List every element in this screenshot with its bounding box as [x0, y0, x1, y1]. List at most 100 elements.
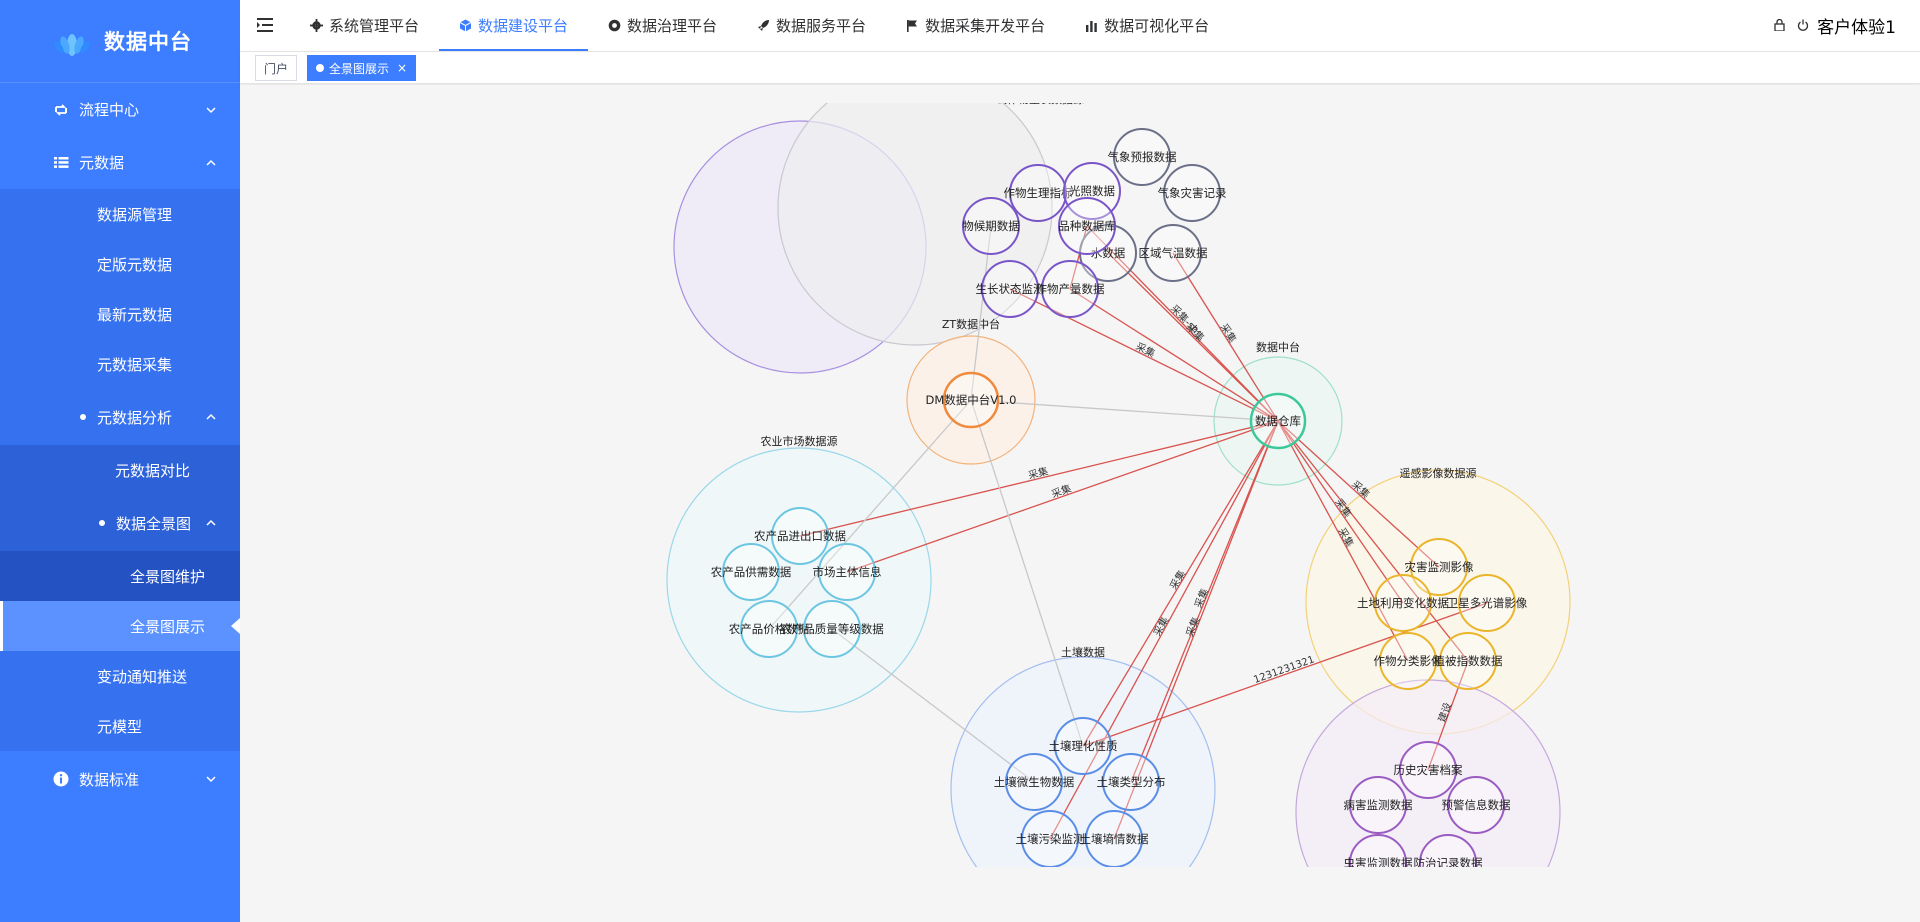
- group-label-remote: 遥感影像数据源: [1400, 466, 1477, 480]
- tag-label: 门户: [264, 61, 289, 76]
- sidebar-item-panorama-display[interactable]: 全景图展示: [0, 601, 240, 651]
- node-label: 土壤微生物数据: [994, 775, 1075, 789]
- logo-icon: [54, 34, 90, 56]
- edge-label: 采集: [1150, 614, 1171, 638]
- tab-data-build[interactable]: 数据建设平台: [439, 0, 589, 51]
- chevron-down-icon: [206, 106, 216, 113]
- tab-data-service[interactable]: 数据服务平台: [737, 0, 886, 50]
- group-label-crop: 农作物生长数据源: [996, 103, 1084, 106]
- node-label: 区域气温数据: [1139, 246, 1208, 260]
- cog-icon: [608, 19, 621, 31]
- node-label: 气象灾害记录: [1158, 186, 1227, 200]
- node-label: 农产品质量等级数据: [780, 622, 884, 636]
- edge-label: 采集: [1027, 464, 1049, 481]
- edge-label: 采集: [1167, 568, 1188, 592]
- sidebar-item-metadata[interactable]: 元数据: [0, 136, 240, 189]
- node-label: 生长状态监测: [976, 282, 1045, 296]
- lock-icon[interactable]: [1774, 19, 1785, 31]
- content-area: 农作物生长数据源ZT数据中台数据中台农业市场数据源遥感影像数据源土壤数据 采集采…: [240, 85, 1920, 922]
- sidebar-item-label: 数据全景图: [116, 514, 192, 533]
- sidebar-item-datasource-manage[interactable]: 数据源管理: [0, 189, 240, 239]
- tab-system-manage[interactable]: 系统管理平台: [290, 0, 439, 50]
- sidebar-item-label: 数据源管理: [97, 205, 173, 224]
- sidebar-item-metadata-collect[interactable]: 元数据采集: [0, 339, 240, 389]
- node-label: 卫星多光谱影像: [1447, 596, 1528, 610]
- sidebar-item-data-panorama[interactable]: 数据全景图: [0, 495, 240, 551]
- platform-nav: 系统管理平台 数据建设平台 数据治理平台 数据服务平台 数据采集开发平台 数据可…: [290, 0, 1229, 52]
- cube-icon: [459, 19, 472, 31]
- node-label: 虫害监测数据: [1344, 856, 1413, 867]
- sidebar-item-label: 元数据采集: [97, 355, 173, 374]
- edge-label: 采集: [1218, 321, 1240, 345]
- sidebar-item-label: 元数据分析: [97, 408, 173, 427]
- active-dot-icon: [316, 64, 324, 72]
- node-label: DM数据中台V1.0: [926, 393, 1017, 407]
- node-label: 农产品进出口数据: [754, 529, 846, 543]
- node-label: 土壤污染监测: [1016, 832, 1085, 846]
- chevron-down-icon: [206, 776, 216, 783]
- flag-icon: [907, 19, 918, 32]
- tag-panorama-display[interactable]: 全景图展示 ×: [307, 55, 417, 81]
- gear-icon: [310, 18, 323, 32]
- sidebar-item-metadata-analysis[interactable]: 元数据分析: [0, 389, 240, 445]
- node-label: 农产品供需数据: [711, 565, 792, 579]
- node-label: 植被指数数据: [1434, 654, 1503, 668]
- sidebar-item-metadata-compare[interactable]: 元数据对比: [0, 445, 240, 495]
- logo: 数据中台: [0, 0, 240, 83]
- tab-label: 数据服务平台: [776, 16, 867, 35]
- sidebar-item-meta-model[interactable]: 元模型: [0, 701, 240, 751]
- bullet-icon: [80, 414, 86, 420]
- power-icon[interactable]: [1797, 19, 1809, 31]
- tab-label: 数据采集开发平台: [925, 16, 1046, 35]
- group-market[interactable]: [666, 447, 932, 713]
- group-label-zt: ZT数据中台: [942, 317, 1000, 331]
- tab-label: 数据治理平台: [627, 16, 718, 35]
- group-label-platform: 数据中台: [1256, 340, 1300, 354]
- node-label: 品种数据库: [1058, 219, 1116, 233]
- sidebar-item-label: 最新元数据: [97, 305, 173, 324]
- panorama-graph[interactable]: 农作物生长数据源ZT数据中台数据中台农业市场数据源遥感影像数据源土壤数据 采集采…: [240, 103, 1920, 867]
- edge-label: 采集: [1050, 482, 1073, 501]
- sidebar-item-process-center[interactable]: 流程中心: [0, 83, 240, 136]
- tab-data-collect-dev[interactable]: 数据采集开发平台: [886, 0, 1065, 50]
- edge-label: 采集: [1183, 615, 1202, 638]
- chevron-up-icon: [206, 519, 216, 526]
- tag-portal[interactable]: 门户: [255, 55, 298, 81]
- username[interactable]: 客户体验1: [1817, 13, 1896, 38]
- node-label: 作物生理指标: [1004, 186, 1073, 200]
- node-label: 市场主体信息: [813, 565, 882, 579]
- sidebar-item-data-standard[interactable]: 数据标准: [0, 751, 240, 807]
- info-icon: [52, 770, 70, 788]
- app-title: 数据中台: [104, 30, 192, 54]
- node-label: 土壤理化性质: [1049, 739, 1118, 753]
- node-label: 灾害监测影像: [1405, 560, 1474, 574]
- node-label: 土壤类型分布: [1097, 775, 1166, 789]
- node-label: 历史灾害档案: [1394, 763, 1463, 777]
- node-label: 气象预报数据: [1108, 150, 1177, 164]
- edge-label: 1231231321: [1252, 654, 1316, 686]
- tab-data-visual[interactable]: 数据可视化平台: [1065, 0, 1229, 50]
- sidebar-item-label: 流程中心: [79, 101, 140, 119]
- sidebar-item-label: 元模型: [97, 717, 143, 736]
- user-area: 客户体验1: [1762, 0, 1896, 50]
- bar-chart-icon: [1086, 20, 1097, 32]
- group-label-market: 农业市场数据源: [761, 434, 838, 448]
- tags-view: 门户 全景图展示 ×: [240, 52, 1920, 84]
- group-label-soil: 土壤数据: [1061, 645, 1105, 659]
- node-label: 病害监测数据: [1344, 798, 1413, 812]
- bullet-icon: [99, 520, 105, 526]
- menu-toggle-icon[interactable]: [256, 16, 274, 34]
- sidebar-item-panorama-maintain[interactable]: 全景图维护: [0, 551, 240, 601]
- sidebar-item-latest-metadata[interactable]: 最新元数据: [0, 289, 240, 339]
- sidebar: 数据中台 流程中心 元数据 数据源管理 定版元数据 最新元数据 元数据采集 元数…: [0, 0, 240, 922]
- edge-label: 采集: [1191, 586, 1211, 609]
- sidebar-item-label: 全景图展示: [130, 617, 206, 636]
- node-label: 预警信息数据: [1442, 798, 1511, 812]
- close-icon[interactable]: ×: [397, 61, 407, 75]
- sidebar-item-final-metadata[interactable]: 定版元数据: [0, 239, 240, 289]
- list-icon: [52, 154, 70, 172]
- sidebar-item-change-notify[interactable]: 变动通知推送: [0, 651, 240, 701]
- refresh-icon: [52, 101, 70, 119]
- tab-data-govern[interactable]: 数据治理平台: [588, 0, 737, 50]
- sidebar-item-label: 数据标准: [79, 770, 140, 789]
